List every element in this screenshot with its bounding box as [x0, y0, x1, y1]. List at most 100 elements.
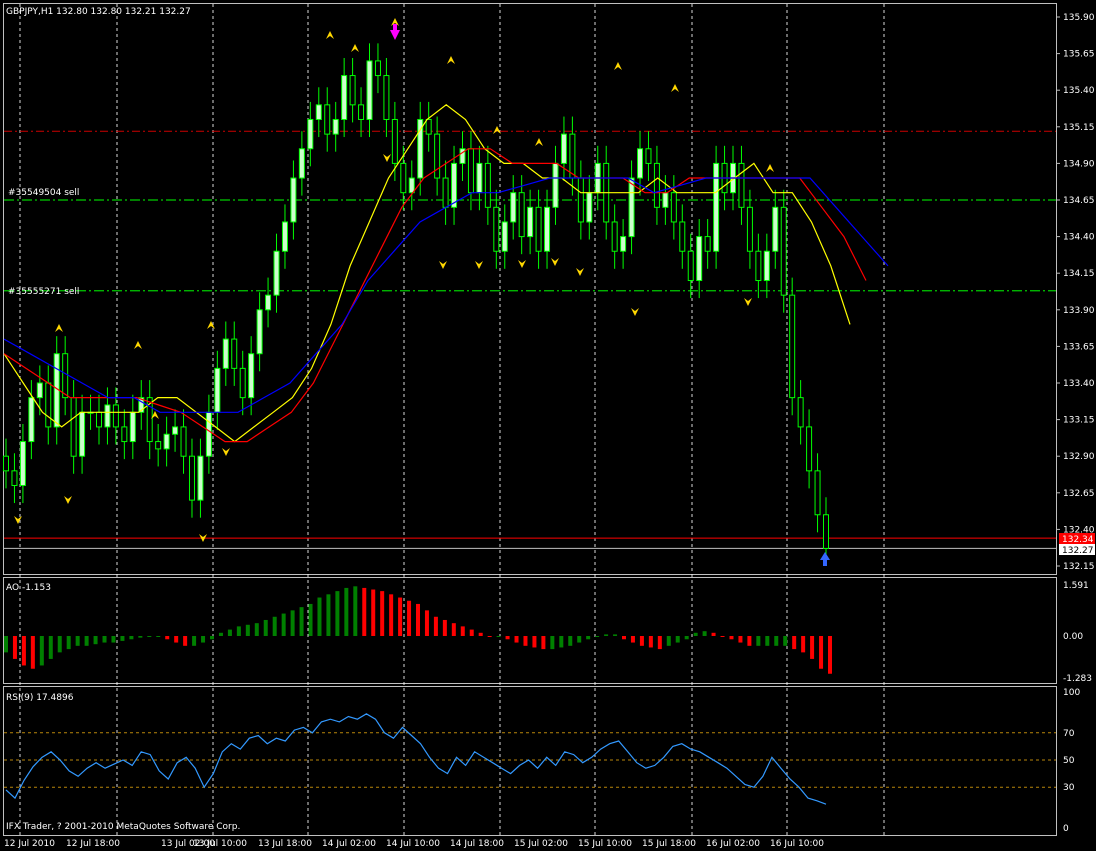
ao-bar[interactable]: [12, 636, 17, 659]
ao-bar[interactable]: [227, 629, 232, 636]
ao-bar[interactable]: [532, 636, 537, 648]
ao-bar[interactable]: [783, 636, 788, 646]
ao-bar[interactable]: [407, 600, 412, 636]
candle-body[interactable]: [611, 221, 618, 252]
candle-body[interactable]: [197, 455, 204, 501]
candle-body[interactable]: [172, 426, 179, 435]
ao-bar[interactable]: [559, 636, 564, 648]
candle-body[interactable]: [586, 192, 593, 223]
candle-body[interactable]: [332, 118, 339, 135]
ao-bar[interactable]: [183, 636, 188, 646]
candle-body[interactable]: [425, 118, 432, 135]
ao-bar[interactable]: [684, 636, 689, 640]
ao-bar[interactable]: [630, 636, 635, 643]
ao-bar[interactable]: [371, 589, 376, 636]
ao-bar[interactable]: [675, 636, 680, 643]
candle-body[interactable]: [129, 411, 136, 443]
candle-body[interactable]: [704, 236, 711, 252]
ao-bar[interactable]: [290, 610, 295, 636]
ao-bar[interactable]: [460, 626, 465, 636]
ao-bar[interactable]: [299, 607, 304, 636]
candle-body[interactable]: [687, 250, 694, 282]
candle-body[interactable]: [544, 206, 551, 252]
ao-bar[interactable]: [774, 636, 779, 646]
ao-bar[interactable]: [550, 636, 555, 650]
ao-bar[interactable]: [514, 636, 519, 643]
ao-bar[interactable]: [335, 591, 340, 636]
trading-chart[interactable]: 135.90 135.65 135.40 135.15 134.90 134.65 134.…: [0, 0, 1096, 851]
candle-body[interactable]: [349, 75, 356, 106]
candle-body[interactable]: [205, 411, 212, 457]
candle-body[interactable]: [484, 162, 491, 208]
candle-body[interactable]: [70, 397, 77, 457]
ao-bar[interactable]: [129, 636, 134, 640]
candle-body[interactable]: [222, 338, 229, 369]
ao-bar[interactable]: [738, 636, 743, 643]
candle-body[interactable]: [645, 148, 652, 164]
ao-bar[interactable]: [487, 636, 492, 637]
ao-bar[interactable]: [210, 636, 214, 640]
candle-body[interactable]: [738, 162, 745, 208]
ao-bar[interactable]: [433, 616, 438, 636]
ao-bar[interactable]: [138, 636, 143, 638]
ao-bar[interactable]: [451, 623, 456, 636]
candle-body[interactable]: [653, 162, 660, 208]
candle-body[interactable]: [155, 441, 162, 450]
candle-body[interactable]: [535, 206, 542, 252]
ao-bar[interactable]: [711, 632, 716, 636]
ao-bar[interactable]: [693, 632, 698, 636]
ao-bar[interactable]: [747, 636, 752, 646]
ao-bar[interactable]: [819, 636, 824, 669]
ao-bar[interactable]: [541, 636, 546, 650]
candle-body[interactable]: [28, 397, 35, 443]
ao-bar[interactable]: [353, 586, 358, 636]
candle-body[interactable]: [62, 353, 69, 399]
candle-body[interactable]: [391, 118, 398, 164]
ao-bar[interactable]: [111, 636, 116, 643]
candle-body[interactable]: [560, 133, 567, 164]
ao-bar[interactable]: [272, 616, 277, 636]
candle-body[interactable]: [501, 221, 508, 252]
ao-bar[interactable]: [30, 636, 35, 669]
candle-body[interactable]: [265, 294, 272, 311]
ao-bar[interactable]: [666, 636, 671, 646]
ao-bar[interactable]: [21, 636, 26, 666]
candle-body[interactable]: [11, 470, 18, 486]
candle-body[interactable]: [434, 133, 441, 179]
candle-body[interactable]: [281, 221, 288, 252]
candle-body[interactable]: [400, 162, 407, 194]
candle-body[interactable]: [315, 104, 322, 120]
candle-body[interactable]: [763, 250, 770, 282]
ao-bar[interactable]: [613, 634, 618, 636]
candle-body[interactable]: [442, 177, 449, 208]
ao-bar[interactable]: [165, 636, 170, 640]
ao-bar[interactable]: [281, 613, 286, 636]
ao-bar[interactable]: [380, 591, 385, 636]
candle-body[interactable]: [527, 206, 534, 238]
candle-body[interactable]: [214, 367, 221, 413]
ao-bar[interactable]: [424, 610, 429, 636]
ao-bar[interactable]: [523, 636, 528, 646]
candle-body[interactable]: [451, 162, 458, 208]
candle-body[interactable]: [814, 470, 821, 516]
candle-body[interactable]: [366, 60, 373, 120]
candle-body[interactable]: [577, 177, 584, 223]
candle-body[interactable]: [239, 367, 246, 399]
ao-bar[interactable]: [156, 636, 161, 637]
ao-bar[interactable]: [505, 636, 510, 640]
ao-bar[interactable]: [648, 636, 653, 648]
ao-bar[interactable]: [75, 636, 80, 646]
ao-bar[interactable]: [828, 636, 832, 674]
ao-bar[interactable]: [702, 631, 707, 636]
ao-bar[interactable]: [263, 619, 268, 636]
candle-body[interactable]: [112, 404, 119, 428]
ao-bar[interactable]: [362, 587, 367, 636]
candle-body[interactable]: [383, 75, 390, 120]
ao-bar[interactable]: [496, 636, 501, 637]
candle-body[interactable]: [662, 192, 669, 208]
candle-body[interactable]: [637, 148, 644, 179]
candle-body[interactable]: [510, 192, 517, 223]
ao-bar[interactable]: [218, 632, 223, 636]
ao-bar[interactable]: [639, 636, 644, 646]
ao-bar[interactable]: [326, 594, 331, 636]
